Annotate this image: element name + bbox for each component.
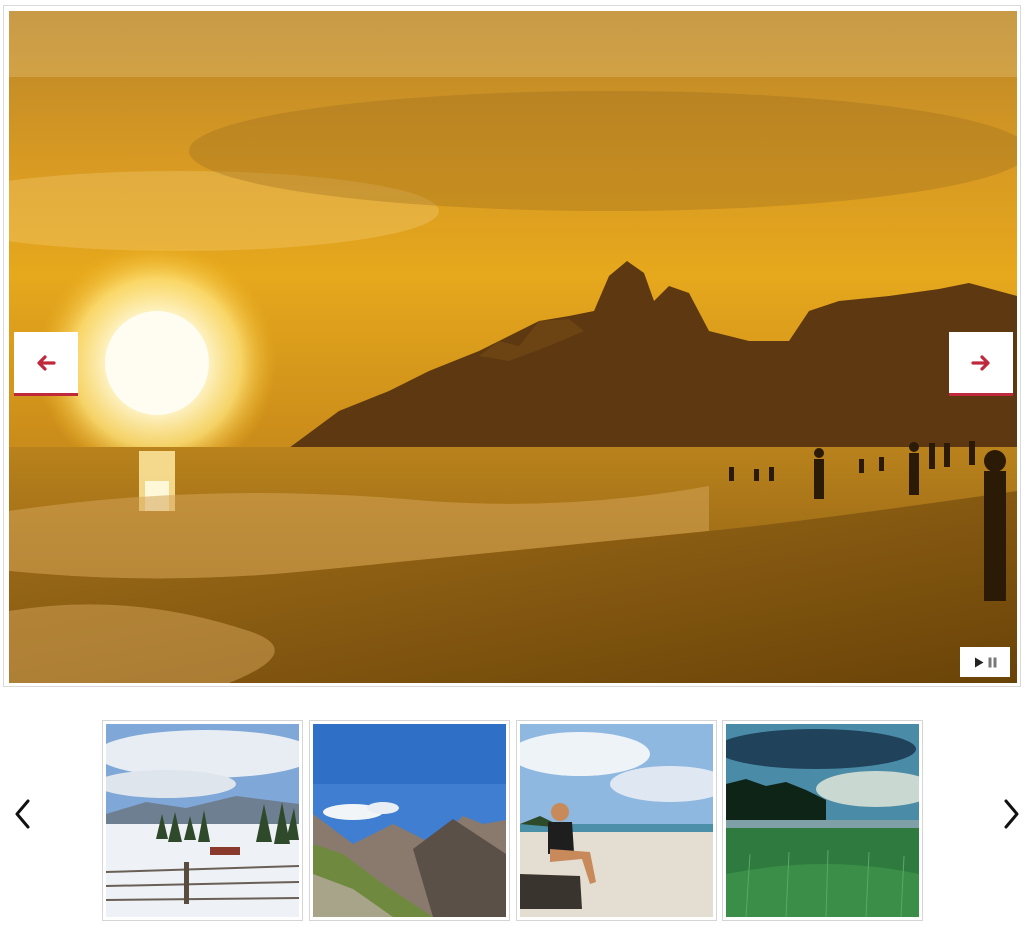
main-slide-image <box>9 11 1017 683</box>
play-icon <box>974 657 983 667</box>
chevron-right-icon <box>1004 799 1019 829</box>
woman-sitting-on-beach-image <box>520 724 713 917</box>
pause-icon <box>988 657 996 667</box>
play-pause-button[interactable] <box>960 647 1010 677</box>
thumbnails-next-button[interactable] <box>1000 796 1024 832</box>
chevron-left-icon <box>15 799 30 829</box>
green-meadow-trees-image <box>726 724 919 917</box>
slide-next-button[interactable] <box>949 332 1013 396</box>
mountain-valley-blue-sky-image <box>313 724 506 917</box>
thumbnail-2[interactable] <box>309 720 510 921</box>
slideshow-frame <box>3 5 1021 687</box>
thumbnail-1[interactable] <box>102 720 303 921</box>
arrow-left-icon <box>37 354 56 371</box>
slide-prev-button[interactable] <box>14 332 78 396</box>
thumbnail-4[interactable] <box>722 720 923 921</box>
arrow-right-icon <box>971 354 990 371</box>
thumbnails-prev-button[interactable] <box>10 796 34 832</box>
snowy-field-fence-image <box>106 724 299 917</box>
thumbnail-3[interactable] <box>516 720 717 921</box>
